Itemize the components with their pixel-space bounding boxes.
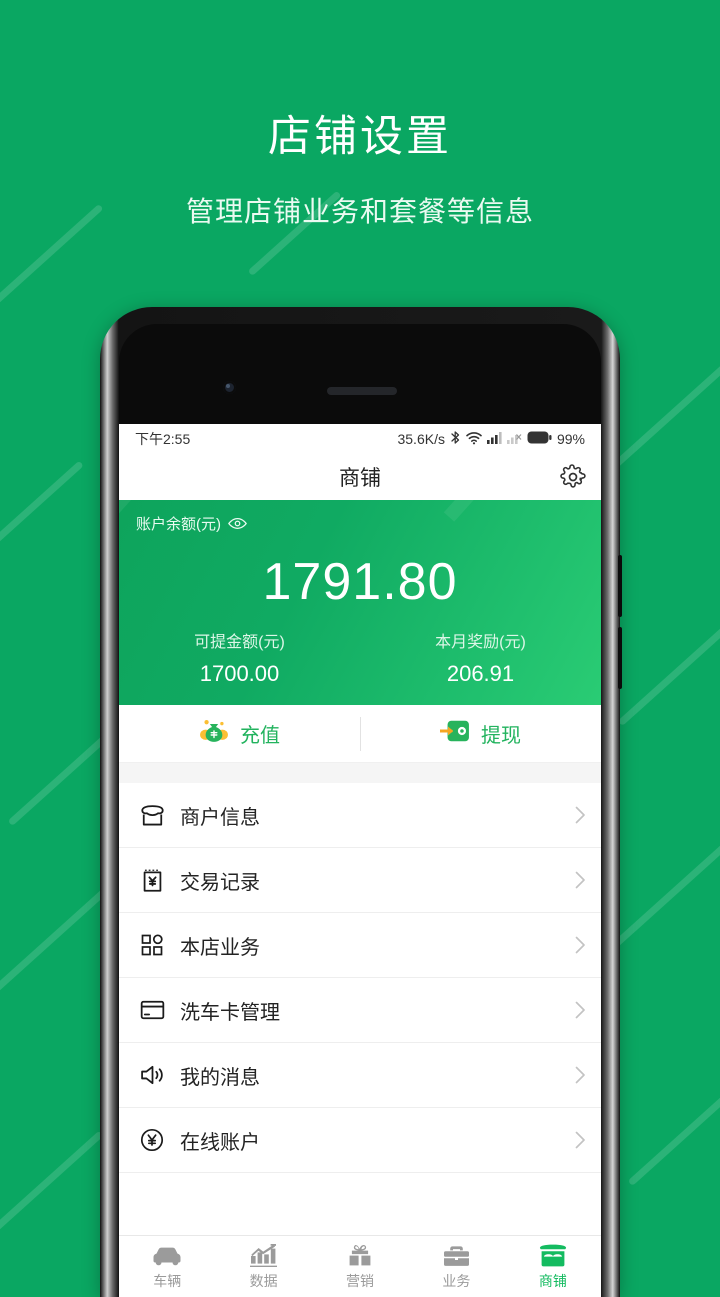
receipt-yen-icon [137, 868, 167, 893]
menu-item-transaction-records[interactable]: 交易记录 [119, 848, 601, 913]
status-indicators: 35.6K/s 99% [397, 430, 585, 448]
decorative-stripe [0, 460, 84, 567]
section-gap [119, 763, 601, 783]
briefcase-icon [443, 1243, 470, 1267]
tab-shop[interactable]: 商铺 [505, 1236, 601, 1297]
battery-icon [527, 431, 552, 447]
bottom-tab-bar: 车辆 数据 营销 业务 商铺 [119, 1235, 601, 1297]
volume-up-button[interactable] [618, 555, 622, 617]
store-icon [137, 804, 167, 827]
balance-sub-stats: 可提金额(元) 1700.00 本月奖励(元) 206.91 [119, 628, 601, 687]
card-icon [137, 1000, 167, 1020]
chevron-right-icon [575, 1066, 586, 1084]
phone-frame: 下午2:55 35.6K/s 99% 商铺 账户余额(元) 1791.80 可提… [100, 307, 622, 1297]
wifi-icon [466, 431, 482, 448]
status-bar: 下午2:55 35.6K/s 99% [119, 424, 601, 454]
chevron-right-icon [575, 936, 586, 954]
tab-marketing[interactable]: 营销 [312, 1236, 408, 1297]
battery-percent: 99% [556, 431, 585, 447]
chevron-right-icon [575, 871, 586, 889]
yen-circle-icon [137, 1128, 167, 1152]
account-action-row: 充值 提现 [119, 705, 601, 763]
gift-icon [347, 1243, 373, 1267]
chevron-right-icon [575, 1001, 586, 1019]
speaker-icon [137, 1064, 167, 1086]
chevron-right-icon [575, 1131, 586, 1149]
sub-stat-label: 本月奖励(元) [435, 634, 526, 651]
menu-item-label: 本店业务 [180, 936, 260, 959]
tab-business[interactable]: 业务 [408, 1236, 504, 1297]
tab-label: 数据 [249, 1272, 278, 1289]
decorative-stripe [0, 1130, 104, 1237]
sub-stat-label: 可提金额(元) [194, 634, 285, 651]
tab-label: 商铺 [538, 1272, 567, 1289]
tab-data[interactable]: 数据 [215, 1236, 311, 1297]
recharge-button[interactable]: 充值 [119, 705, 360, 762]
phone-screen: 下午2:55 35.6K/s 99% 商铺 账户余额(元) 1791.80 可提… [119, 424, 601, 1297]
menu-item-label: 我的消息 [180, 1066, 260, 1089]
balance-card: 账户余额(元) 1791.80 可提金额(元) 1700.00 本月奖励(元) … [119, 500, 601, 705]
promo-title: 店铺设置 [268, 113, 452, 161]
sub-stat-withdrawable: 可提金额(元) 1700.00 [119, 628, 360, 687]
money-bag-icon [199, 718, 229, 749]
menu-item-label: 商户信息 [180, 806, 260, 829]
recharge-label: 充值 [240, 725, 280, 747]
tab-vehicles[interactable]: 车辆 [119, 1236, 215, 1297]
balance-label-row: 账户余额(元) [136, 513, 247, 534]
menu-item-my-messages[interactable]: 我的消息 [119, 1043, 601, 1108]
card-shine [443, 500, 601, 522]
action-divider [360, 717, 361, 751]
grid-icon [137, 933, 167, 957]
sub-stat-value: 206.91 [446, 661, 515, 686]
menu-item-store-business[interactable]: 本店业务 [119, 913, 601, 978]
eye-icon[interactable] [228, 517, 247, 530]
menu-item-online-account[interactable]: 在线账户 [119, 1108, 601, 1173]
volume-down-button[interactable] [618, 627, 622, 689]
chevron-right-icon [575, 806, 586, 824]
signal-off-icon [506, 431, 522, 447]
sub-stat-value: 1700.00 [199, 661, 280, 686]
withdraw-button[interactable]: 提现 [360, 705, 601, 762]
front-camera-icon [223, 381, 236, 394]
tab-label: 营销 [346, 1272, 375, 1289]
settings-menu-list: 商户信息 交易记录 本店业务 洗车卡管理 我的消息 在线账户 [119, 783, 601, 1173]
decorative-stripe [627, 1080, 720, 1187]
menu-item-label: 在线账户 [180, 1131, 260, 1154]
status-time: 下午2:55 [135, 431, 191, 447]
sub-stat-monthly-bonus: 本月奖励(元) 206.91 [360, 628, 601, 687]
wallet-withdraw-icon [438, 718, 470, 749]
network-speed: 35.6K/s [397, 431, 445, 447]
menu-item-merchant-info[interactable]: 商户信息 [119, 783, 601, 848]
bar-chart-icon [250, 1243, 278, 1267]
menu-item-label: 洗车卡管理 [180, 1001, 280, 1024]
menu-item-wash-card-management[interactable]: 洗车卡管理 [119, 978, 601, 1043]
earpiece-speaker [327, 387, 397, 395]
withdraw-label: 提现 [481, 725, 521, 747]
page-title: 商铺 [339, 467, 381, 490]
bluetooth-icon [450, 430, 461, 448]
decorative-stripe [617, 610, 720, 727]
tab-label: 业务 [442, 1272, 471, 1289]
app-nav-bar: 商铺 [119, 454, 601, 500]
balance-amount: 1791.80 [262, 553, 458, 611]
tab-label: 车辆 [153, 1272, 182, 1289]
signal-icon [486, 431, 502, 447]
balance-label: 账户余额(元) [136, 516, 221, 533]
gear-icon[interactable] [559, 463, 587, 491]
menu-item-label: 交易记录 [180, 871, 260, 894]
promo-subtitle: 管理店铺业务和套餐等信息 [185, 196, 534, 227]
car-icon [152, 1243, 182, 1267]
shop-icon [539, 1243, 567, 1267]
